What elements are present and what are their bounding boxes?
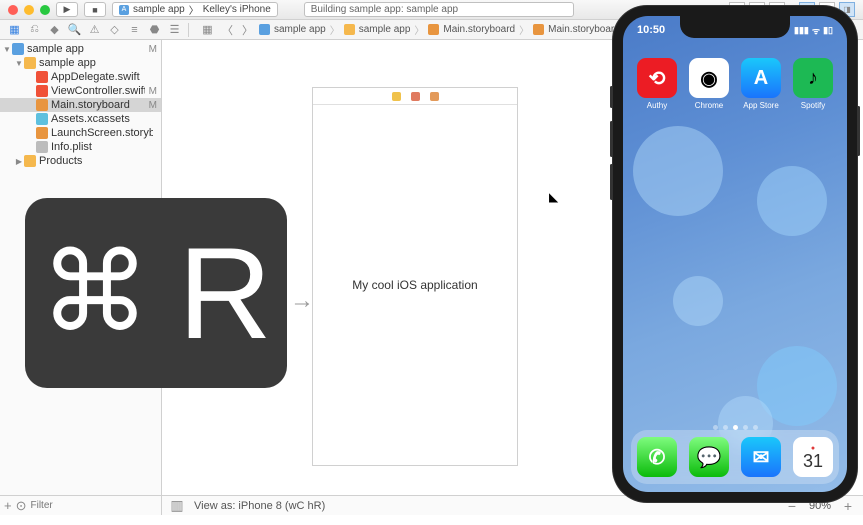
volume-up-button[interactable] (610, 121, 613, 157)
run-button[interactable]: ▶ (56, 2, 78, 17)
test-navigator-tab[interactable]: ◇ (106, 23, 123, 37)
zoom-window-button[interactable] (40, 5, 50, 15)
device-notch (680, 16, 790, 38)
scene-dock[interactable] (313, 88, 517, 105)
destination-name: Kelley's iPhone (203, 4, 271, 15)
tree-products-row[interactable]: ▶ Products (0, 154, 161, 168)
tree-project-row[interactable]: ▼ sample app M (0, 42, 161, 56)
tree-file-row[interactable]: Info.plist (0, 140, 161, 154)
activity-text: Building sample app: sample app (311, 4, 458, 15)
ios-simulator-device: 10:50 ▮▮▮ ᯤ ▮▯ ⟲ Authy ◉ Chrome A App Store ♪ S… (613, 6, 857, 502)
disclosure-triangle-icon[interactable]: ▼ (2, 45, 12, 54)
home-screen-app[interactable]: ♪ Spotify (793, 58, 833, 110)
r-key-label: R (178, 228, 272, 358)
calendar-app-icon[interactable]: ● 31 (793, 437, 833, 477)
messages-app-icon[interactable]: 💬 (689, 437, 729, 477)
close-window-button[interactable] (8, 5, 18, 15)
keyboard-shortcut-overlay: ⌘ R (25, 198, 287, 388)
tree-file-row[interactable]: Assets.xcassets (0, 112, 161, 126)
app-icon[interactable]: ♪ (793, 58, 833, 98)
view-controller-scene[interactable]: My cool iOS application (312, 87, 518, 466)
simulator-screen[interactable]: 10:50 ▮▮▮ ᯤ ▮▯ ⟲ Authy ◉ Chrome A App Store ♪ S… (623, 16, 847, 492)
command-key-icon: ⌘ (40, 238, 150, 348)
storyboard-crumb-icon (428, 24, 439, 35)
tree-file-row[interactable]: LaunchScreen.storyboard (0, 126, 161, 140)
app-label: Chrome (695, 101, 723, 110)
battery-icon: ▮▯ (823, 25, 833, 36)
scheme-selector[interactable]: A sample app 〉 Kelley's iPhone (112, 2, 278, 17)
breakpoint-navigator-tab[interactable]: ⬣ (146, 23, 163, 37)
file-icon (36, 99, 48, 111)
app-icon[interactable]: ⟲ (637, 58, 677, 98)
issue-navigator-tab[interactable]: ⚠ (86, 23, 103, 37)
label-element[interactable]: My cool iOS application (352, 278, 477, 292)
back-button[interactable]: 〈 (219, 23, 236, 37)
tree-group-row[interactable]: ▼ sample app (0, 56, 161, 70)
navigator-filter-bar: + ⊙ ◷ ▣ (0, 495, 161, 515)
home-screen-app[interactable]: A App Store (741, 58, 781, 110)
first-responder-icon[interactable] (411, 92, 420, 101)
zoom-in-button[interactable]: + (841, 498, 855, 514)
mail-app-icon[interactable]: ✉ (741, 437, 781, 477)
file-icon (36, 127, 48, 139)
report-navigator-tab[interactable]: ☰ (166, 23, 183, 37)
view-controller-icon[interactable] (392, 92, 401, 101)
find-navigator-tab[interactable]: 🔍 (66, 23, 83, 37)
side-button[interactable] (857, 106, 860, 156)
document-outline-toggle-icon[interactable]: ▥ (170, 497, 184, 514)
minimize-window-button[interactable] (24, 5, 34, 15)
cursor-icon: ◣ (549, 190, 558, 204)
app-icon[interactable]: ◉ (689, 58, 729, 98)
storyboard-crumb-icon (533, 24, 544, 35)
project-icon (12, 43, 24, 55)
folder-icon (24, 57, 36, 69)
initial-view-controller-arrow-icon[interactable]: → (290, 287, 314, 315)
disclosure-triangle-icon[interactable]: ▶ (14, 157, 24, 166)
activity-viewer: Building sample app: sample app (304, 2, 574, 17)
view-as-label[interactable]: View as: iPhone 8 (wC hR) (194, 500, 325, 512)
forward-button[interactable]: 〉 (239, 23, 256, 37)
exit-icon[interactable] (430, 92, 439, 101)
scheme-separator: 〉 (189, 2, 199, 17)
stop-button[interactable]: ■ (84, 2, 106, 17)
mute-switch[interactable] (610, 86, 613, 108)
filter-scope-icon[interactable]: ⊙ (16, 499, 27, 513)
source-control-navigator-tab[interactable]: ⎌ (26, 23, 43, 37)
related-items-button[interactable]: ▦ (199, 23, 216, 37)
project-navigator-tab[interactable]: ▦ (6, 23, 23, 37)
file-icon (36, 141, 48, 153)
tree-file-row[interactable]: ViewController.swiftM (0, 84, 161, 98)
folder-icon (24, 155, 36, 167)
app-icon[interactable]: A (741, 58, 781, 98)
cellular-icon: ▮▮▮ (794, 25, 809, 36)
file-icon (36, 85, 48, 97)
scheme-name: sample app (133, 4, 185, 15)
wifi-icon: ᯤ (812, 24, 820, 37)
tree-file-row[interactable]: Main.storyboardM (0, 98, 161, 112)
disclosure-triangle-icon[interactable]: ▼ (14, 59, 24, 68)
status-time: 10:50 (637, 24, 665, 36)
traffic-lights (8, 5, 50, 15)
symbol-navigator-tab[interactable]: ◆ (46, 23, 63, 37)
tree-file-row[interactable]: AppDelegate.swift (0, 70, 161, 84)
file-icon (36, 113, 48, 125)
home-screen-app[interactable]: ⟲ Authy (637, 58, 677, 110)
folder-crumb-icon (344, 24, 355, 35)
app-icon: A (119, 5, 129, 15)
project-crumb-icon (259, 24, 270, 35)
view-controller-view[interactable]: My cool iOS application (313, 105, 517, 465)
app-label: App Store (743, 101, 779, 110)
phone-app-icon[interactable]: ✆ (637, 437, 677, 477)
dock: ✆ 💬 ✉ ● 31 (631, 430, 839, 484)
debug-navigator-tab[interactable]: ≡ (126, 23, 143, 37)
home-screen-app[interactable]: ◉ Chrome (689, 58, 729, 110)
app-label: Spotify (801, 101, 825, 110)
add-button[interactable]: + (4, 499, 12, 513)
navigator-filter-input[interactable] (31, 500, 163, 511)
app-label: Authy (647, 101, 667, 110)
volume-down-button[interactable] (610, 164, 613, 200)
file-icon (36, 71, 48, 83)
